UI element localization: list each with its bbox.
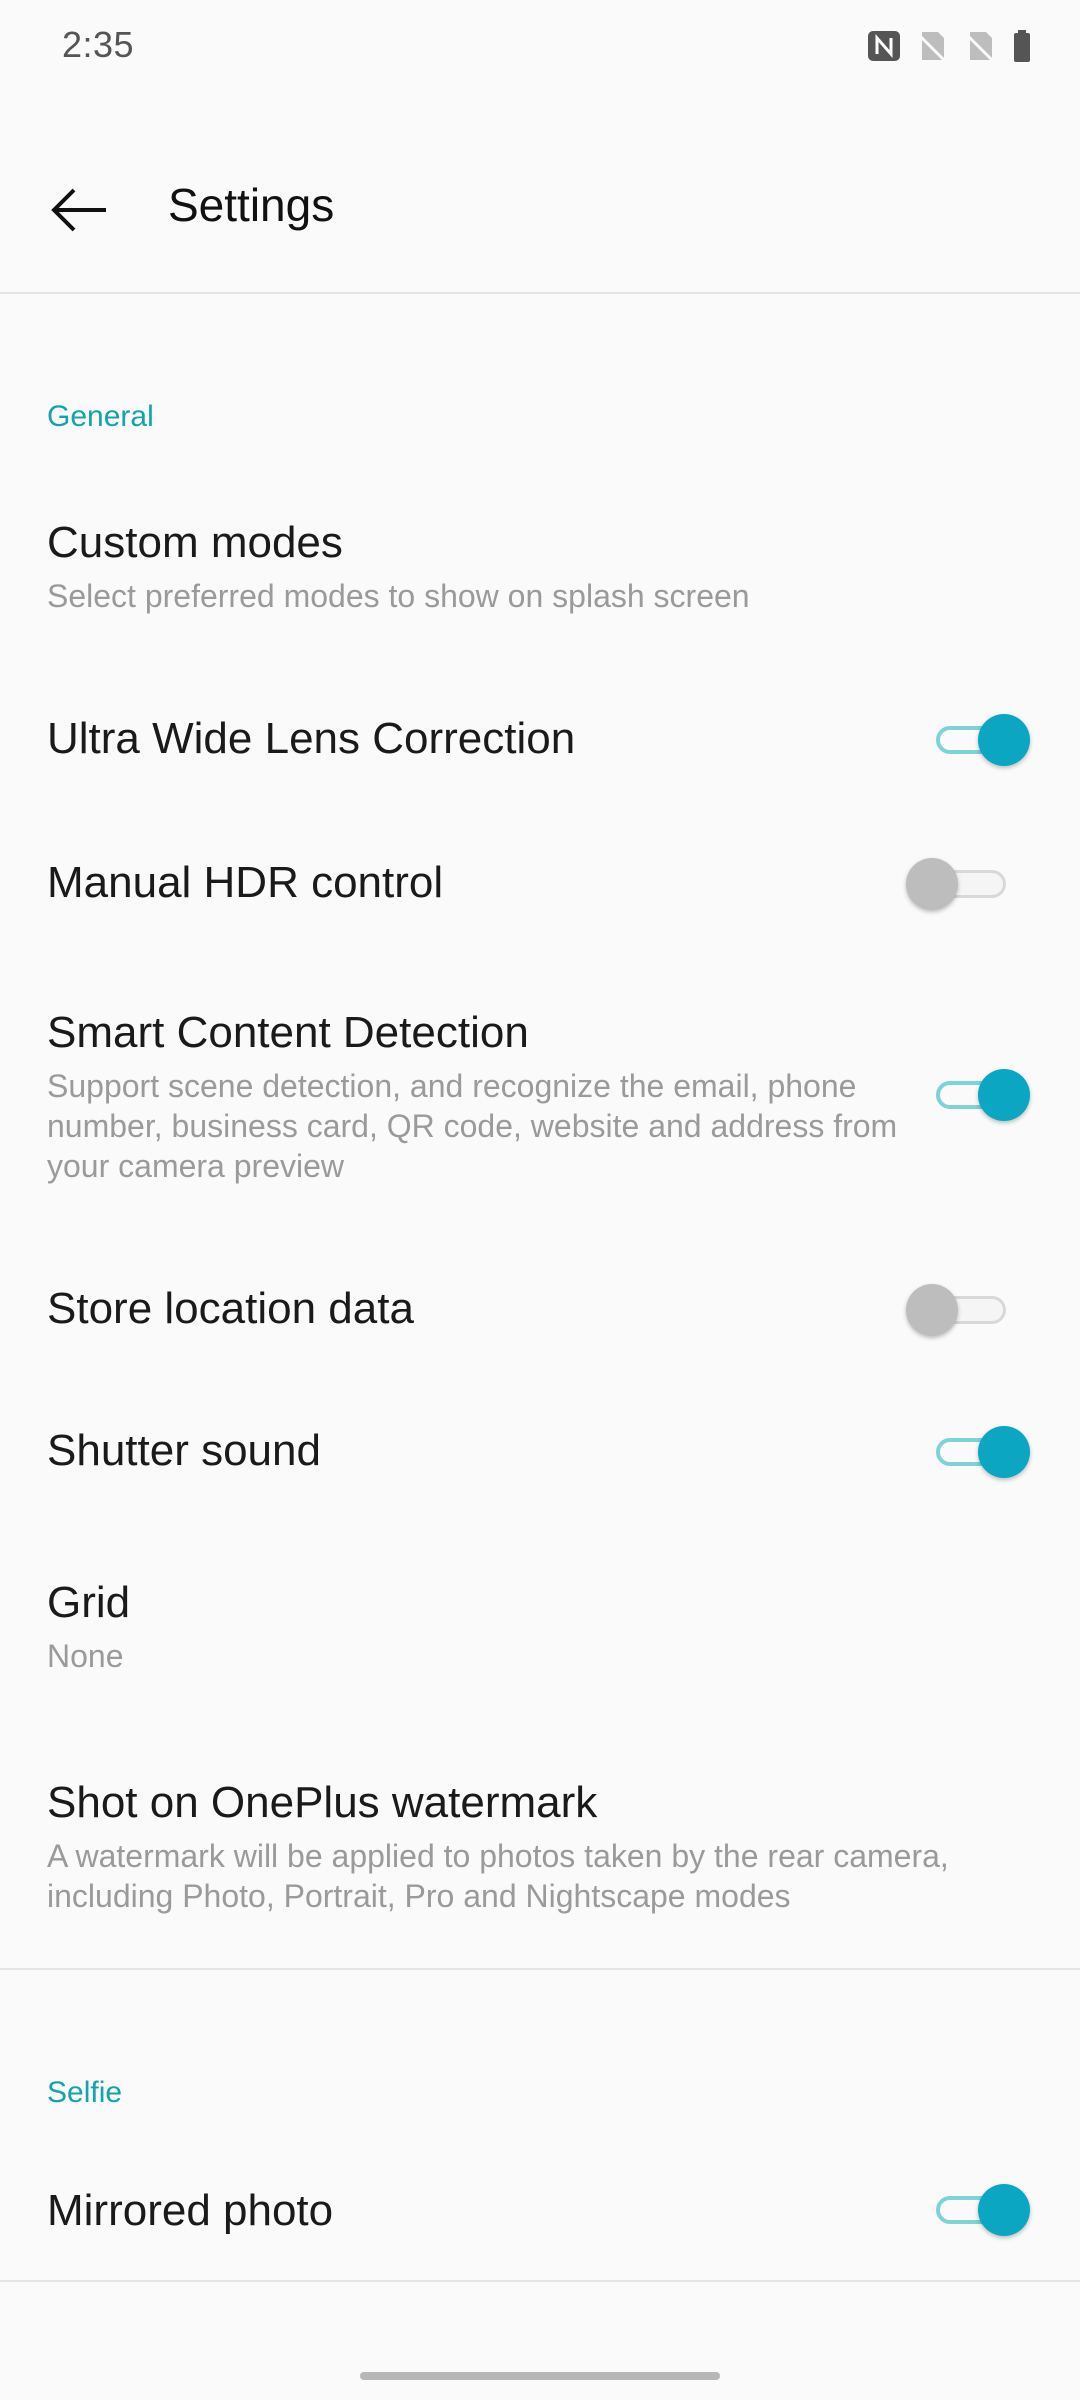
setting-subtitle: None	[47, 1638, 124, 1674]
ultra-wide-toggle[interactable]	[930, 712, 1030, 768]
setting-smart-content-detection[interactable]: Smart Content Detection Support scene de…	[0, 990, 1080, 1200]
divider	[0, 1968, 1080, 1970]
app-bar: Settings	[0, 120, 1080, 292]
setting-ultra-wide-lens-correction[interactable]: Ultra Wide Lens Correction	[0, 690, 1080, 790]
setting-title: Shutter sound	[47, 1426, 321, 1475]
setting-subtitle: Select preferred modes to show on splash…	[47, 578, 750, 614]
status-bar: 2:35	[0, 0, 1080, 96]
setting-title: Store location data	[47, 1284, 414, 1333]
toggle-knob	[978, 2184, 1030, 2236]
no-sim-icon	[914, 28, 950, 69]
setting-grid[interactable]: Grid None	[0, 1560, 1080, 1690]
toggle-knob	[978, 1426, 1030, 1478]
setting-title: Custom modes	[47, 518, 343, 567]
shutter-sound-toggle[interactable]	[930, 1424, 1030, 1480]
setting-store-location-data[interactable]: Store location data	[0, 1260, 1080, 1360]
status-icons	[866, 28, 1034, 69]
manual-hdr-toggle[interactable]	[906, 856, 1018, 912]
setting-title: Manual HDR control	[47, 858, 444, 907]
toggle-knob	[906, 858, 958, 910]
back-button[interactable]	[40, 170, 120, 250]
page-title: Settings	[168, 179, 335, 231]
store-location-toggle[interactable]	[906, 1282, 1018, 1338]
battery-icon	[1010, 28, 1034, 69]
home-indicator[interactable]	[360, 2372, 720, 2380]
setting-title: Grid	[47, 1578, 131, 1627]
setting-subtitle: A watermark will be applied to photos ta…	[47, 1838, 949, 1914]
setting-subtitle: Support scene detection, and recognize t…	[47, 1068, 898, 1184]
smart-content-detection-toggle[interactable]	[930, 1067, 1030, 1123]
divider	[0, 292, 1080, 294]
setting-custom-modes[interactable]: Custom modes Select preferred modes to s…	[0, 500, 1080, 650]
setting-title: Smart Content Detection	[47, 1008, 529, 1057]
status-time: 2:35	[62, 24, 135, 65]
nfc-icon	[866, 28, 902, 69]
setting-title: Mirrored photo	[47, 2186, 334, 2235]
section-header-selfie: Selfie	[47, 2076, 123, 2109]
setting-mirrored-photo[interactable]: Mirrored photo	[0, 2160, 1080, 2260]
toggle-knob	[978, 714, 1030, 766]
setting-shutter-sound[interactable]: Shutter sound	[0, 1402, 1080, 1502]
toggle-knob	[906, 1284, 958, 1336]
setting-manual-hdr-control[interactable]: Manual HDR control	[0, 834, 1080, 934]
divider	[0, 2280, 1080, 2282]
mirrored-photo-toggle[interactable]	[930, 2182, 1030, 2238]
toggle-knob	[978, 1069, 1030, 1121]
setting-shot-on-oneplus-watermark[interactable]: Shot on OnePlus watermark A watermark wi…	[0, 1760, 1080, 1940]
arrow-left-icon	[51, 188, 106, 232]
setting-title: Shot on OnePlus watermark	[47, 1778, 598, 1827]
no-sim-icon	[962, 28, 998, 69]
setting-title: Ultra Wide Lens Correction	[47, 714, 576, 763]
section-header-general: General	[47, 400, 154, 433]
